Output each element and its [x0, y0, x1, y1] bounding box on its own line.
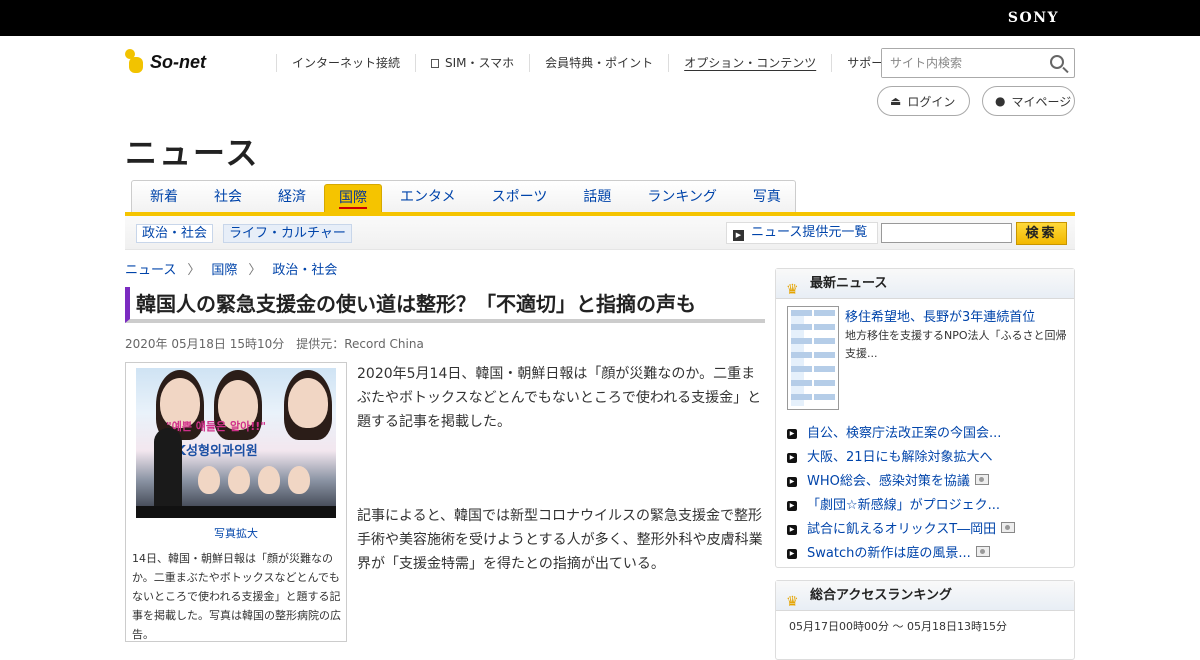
mypage-button[interactable]: ● マイページ [982, 86, 1075, 116]
latest-news-header: ♛ 最新ニュース [776, 269, 1074, 299]
tab-economy[interactable]: 経済 [260, 181, 324, 212]
news-search-input[interactable] [881, 223, 1012, 243]
tab-ranking[interactable]: ランキング [629, 181, 735, 212]
camera-icon [975, 546, 990, 557]
arrow-right-icon: ▶ [787, 453, 797, 463]
list-item[interactable]: ▶ 試合に飢えるオリックスT―岡田 [787, 518, 1072, 542]
tab-society[interactable]: 社会 [196, 181, 260, 212]
site-search [881, 48, 1075, 78]
article-meta: 2020年 05月18日 15時10分 提供元：Record China [125, 335, 424, 352]
arrow-right-icon: ▶ [733, 230, 744, 241]
category-tabs: 新着 社会 経済 国際 エンタメ スポーツ 話題 ランキング 写真 [131, 180, 796, 212]
global-nav: インターネット接続 SIM・スマホ 会員特典・ポイント オプション・コンテンツ … [276, 54, 910, 72]
sony-top-bar: SONY [0, 0, 1200, 36]
arrow-right-icon: ▶ [787, 429, 797, 439]
arrow-right-icon: ▶ [787, 525, 797, 535]
crown-icon: ♛ [786, 594, 799, 610]
so-net-logo-mark-icon [125, 49, 147, 75]
tab-topics[interactable]: 話題 [565, 181, 629, 212]
section-title: ニュース [125, 134, 260, 172]
nav-sim[interactable]: SIM・スマホ [415, 54, 529, 72]
article-provider: 提供元：Record China [296, 337, 424, 351]
list-item[interactable]: ▶ 「劇団☆新感線」がプロジェク... [787, 494, 1072, 518]
chevron-right-icon: 〉 [187, 263, 201, 278]
mypage-label: マイページ [1011, 94, 1072, 109]
arrow-right-icon: ▶ [787, 501, 797, 511]
breadcrumb-news[interactable]: ニュース [125, 259, 176, 278]
nav-sim-label: SIM・スマホ [445, 56, 515, 70]
arrow-right-icon: ▶ [787, 549, 797, 559]
article-paragraph: 2020年5月14日、韓国・朝鮮日報は「顔が災難なのか。二重まぶたやボトックスな… [357, 366, 762, 430]
sim-card-icon [431, 59, 440, 68]
nav-member-benefits[interactable]: 会員特典・ポイント [529, 54, 668, 72]
login-button[interactable]: ⏏ ログイン [877, 86, 970, 116]
tab-entertainment[interactable]: エンタメ [382, 181, 474, 212]
list-item[interactable]: ▶ 自公、検察庁法改正案の今国会... [787, 422, 1072, 446]
article-date: 2020年 05月18日 15時10分 [125, 337, 285, 351]
list-item[interactable]: ▶ WHO総会、感染対策を協議 [787, 470, 1072, 494]
latest-news-title: 最新ニュース [810, 276, 888, 291]
nav-options[interactable]: オプション・コンテンツ [668, 54, 831, 72]
ranking-period: 05月17日00時00分 ～ 05月18日13時15分 [789, 620, 1007, 633]
list-item[interactable]: ▶ Swatchの新作は庭の風景... [787, 542, 1072, 566]
feature-thumbnail[interactable] [787, 306, 839, 410]
user-icon: ● [995, 94, 1006, 108]
arrow-right-icon: ▶ [787, 477, 797, 487]
camera-icon [1001, 522, 1016, 533]
article-photo[interactable]: "예쁜 얘들은 알아!!" BK성형외과의원 [136, 368, 336, 518]
tab-international[interactable]: 国際 [324, 184, 382, 212]
article-body: 2020年5月14日、韓国・朝鮮日報は「顔が災難なのか。二重まぶたやボトックスな… [357, 362, 765, 646]
breadcrumb-international[interactable]: 国際 [211, 259, 237, 278]
article-paragraph: 記事によると、韓国では新型コロナウイルスの緊急支援金で整形手術や美容施術を受けよ… [357, 508, 763, 572]
login-label: ログイン [907, 94, 956, 109]
chevron-right-icon: 〉 [248, 263, 262, 278]
site-search-input[interactable] [882, 49, 1032, 77]
so-net-logo-text: So-net [150, 51, 206, 72]
ranking-box: ♛ 総合アクセスランキング 05月17日00時00分 ～ 05月18日13時15… [775, 580, 1075, 660]
ranking-header: ♛ 総合アクセスランキング [776, 581, 1074, 611]
latest-news-list: ▶ 自公、検察庁法改正案の今国会... ▶ 大阪、21日にも解除対象拡大へ ▶ WHO… [787, 422, 1072, 566]
news-search-button[interactable]: 検索 [1016, 222, 1067, 245]
photo-enlarge-link[interactable]: 写真拡大 [126, 525, 346, 541]
camera-icon [974, 474, 989, 485]
tab-sports[interactable]: スポーツ [474, 181, 566, 212]
providers-link[interactable]: ▶ ニュース提供元一覧 [726, 222, 879, 244]
sony-logo[interactable]: SONY [1008, 10, 1059, 26]
nav-internet[interactable]: インターネット接続 [276, 54, 415, 72]
antenna-icon: ♛ [786, 282, 799, 298]
article-photo-box: "예쁜 얘들은 알아!!" BK성형외과의원 写真拡大 14日、韓国・朝鮮日報は… [125, 362, 347, 642]
latest-news-box: ♛ 最新ニュース 移住希望地、長野が3年連続首位 地方移住を支援するNPO法人「… [775, 268, 1075, 568]
feature-desc: 地方移住を支援するNPO法人「ふるさと回帰支援... [845, 329, 1067, 360]
tab-photos[interactable]: 写真 [735, 181, 799, 212]
feature-title[interactable]: 移住希望地、長野が3年連続首位 [845, 306, 1070, 325]
tab-new[interactable]: 新着 [132, 181, 196, 212]
list-item[interactable]: ▶ 大阪、21日にも解除対象拡大へ [787, 446, 1072, 470]
subcat-life-culture[interactable]: ライフ・カルチャー [223, 224, 352, 243]
so-net-logo[interactable]: So-net [125, 48, 206, 76]
search-icon[interactable] [1050, 55, 1064, 69]
breadcrumb: ニュース 〉 国際 〉 政治・社会 [125, 259, 337, 278]
subcat-politics[interactable]: 政治・社会 [136, 224, 214, 243]
breadcrumb-politics[interactable]: 政治・社会 [272, 259, 337, 278]
providers-label: ニュース提供元一覧 [751, 225, 868, 240]
login-icon: ⏏ [890, 94, 902, 108]
article-headline: 韓国人の緊急支援金の使い道は整形？「不適切」と指摘の声も [125, 287, 765, 323]
sub-category-bar: 政治・社会 ライフ・カルチャー ▶ ニュース提供元一覧 検索 [125, 216, 1075, 250]
ranking-title: 総合アクセスランキング [810, 588, 952, 603]
